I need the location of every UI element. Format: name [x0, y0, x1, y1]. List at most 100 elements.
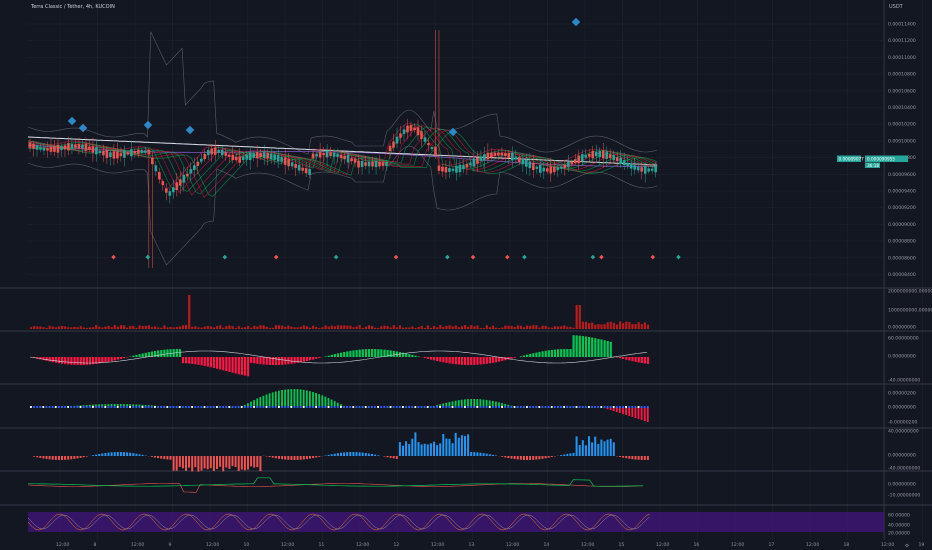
- momentum-dot: [442, 406, 445, 408]
- candle-body: [367, 161, 371, 167]
- momentum-dot: [495, 406, 497, 408]
- momentum-dot: [386, 406, 389, 408]
- oscillator-bar: [324, 356, 327, 357]
- volume-bar: [383, 325, 386, 329]
- momentum-bar: [643, 407, 646, 422]
- macd-bar: [343, 452, 346, 456]
- momentum-dot: [70, 406, 73, 408]
- candle-body: [126, 152, 130, 155]
- volume-bar: [619, 321, 622, 329]
- volume-bar: [380, 326, 383, 329]
- macd-bar: [355, 452, 358, 456]
- volume-bar: [488, 327, 491, 329]
- macd-bar: [228, 456, 231, 469]
- volume-bar: [163, 325, 166, 329]
- countdown-label: 36:18: [867, 163, 879, 168]
- volume-bar: [231, 326, 234, 329]
- oscillator-bar: [628, 357, 631, 361]
- macd-bar: [256, 456, 259, 468]
- volume-bar: [129, 325, 132, 329]
- oscillator-bar: [479, 357, 482, 365]
- candle-body: [161, 181, 165, 186]
- oscillator-bar: [104, 357, 107, 363]
- settings-icon[interactable]: ⚙: [905, 543, 909, 549]
- macd-bar: [473, 452, 476, 456]
- time-tick-label: 12:00: [731, 542, 744, 548]
- volume-bar: [281, 325, 284, 329]
- oscillator-bar: [429, 357, 433, 360]
- candle-body: [175, 182, 179, 191]
- macd-bar: [364, 452, 367, 456]
- oscillator-bar: [327, 355, 330, 357]
- chart-canvas[interactable]: 0.00011400 0.00011200 0.00011000 0.00010800…: [0, 0, 932, 550]
- candle-body: [486, 152, 490, 160]
- macd-bar: [597, 444, 600, 456]
- candle-body: [385, 162, 388, 166]
- momentum-dot: [33, 406, 35, 408]
- candle-body: [619, 157, 623, 165]
- indicator-tick-label: 40.00000: [888, 523, 910, 529]
- oscillator-bar: [442, 357, 445, 363]
- macd-bar: [191, 456, 194, 472]
- candle-body: [566, 162, 570, 168]
- momentum-dot: [600, 406, 603, 408]
- volume-bar: [600, 324, 603, 329]
- volume-bar: [470, 325, 473, 329]
- oscillator-bar: [572, 335, 575, 357]
- momentum-dot: [240, 406, 243, 408]
- momentum-dot: [299, 406, 302, 408]
- oscillator-bar: [371, 349, 374, 357]
- momentum-dot: [312, 406, 314, 408]
- momentum-dot: [433, 406, 435, 408]
- candle-body: [357, 160, 360, 168]
- volume-bar: [67, 327, 70, 329]
- candle-body: [378, 161, 381, 167]
- volume-bar: [104, 326, 107, 329]
- macd-bar: [113, 452, 116, 456]
- oscillator-bar: [191, 357, 194, 364]
- macd-bar: [237, 456, 240, 471]
- oscillator-bar: [318, 357, 321, 358]
- candle-body: [413, 127, 416, 131]
- macd-bar: [185, 456, 187, 471]
- candle-body: [573, 159, 577, 163]
- candle-body: [255, 151, 259, 159]
- current-price-label: 0.000090955: [867, 157, 895, 162]
- macd-bar: [377, 455, 380, 456]
- candle-body: [137, 149, 140, 154]
- volume-bar: [321, 327, 324, 329]
- oscillator-bar: [522, 355, 526, 357]
- candle-body: [360, 160, 364, 168]
- candle-body: [123, 150, 126, 158]
- oscillator-bar: [293, 357, 296, 364]
- momentum-dot: [553, 406, 556, 408]
- oscillator-bar: [222, 357, 225, 371]
- momentum-dot: [448, 406, 451, 408]
- momentum-bar: [324, 396, 327, 407]
- momentum-dot: [578, 406, 581, 408]
- price-tick-label: 0.00010400: [888, 105, 916, 111]
- volume-bar: [194, 326, 197, 329]
- oscillator-bar: [622, 357, 625, 359]
- oscillator-bar: [79, 357, 82, 365]
- macd-bar: [312, 456, 315, 459]
- volume-bar: [123, 325, 126, 329]
- oscillator-bar: [355, 349, 358, 357]
- macd-bar: [594, 436, 597, 456]
- momentum-dot: [557, 406, 559, 408]
- oscillator-bar: [206, 357, 209, 367]
- indicator-tick-label: 0.00000000: [888, 482, 916, 488]
- candle-body: [462, 165, 465, 170]
- volume-bar: [637, 322, 640, 329]
- macd-bar: [643, 456, 646, 460]
- oscillator-bar: [200, 357, 203, 366]
- oscillator-bar: [550, 349, 553, 357]
- candle-body: [311, 153, 315, 159]
- macd-bar: [299, 456, 302, 460]
- momentum-dot: [569, 406, 572, 408]
- macd-bar: [123, 452, 125, 456]
- time-tick-label: 8: [94, 542, 97, 548]
- candle-body: [535, 166, 539, 169]
- volume-bar: [299, 326, 302, 329]
- momentum-dot: [529, 406, 531, 408]
